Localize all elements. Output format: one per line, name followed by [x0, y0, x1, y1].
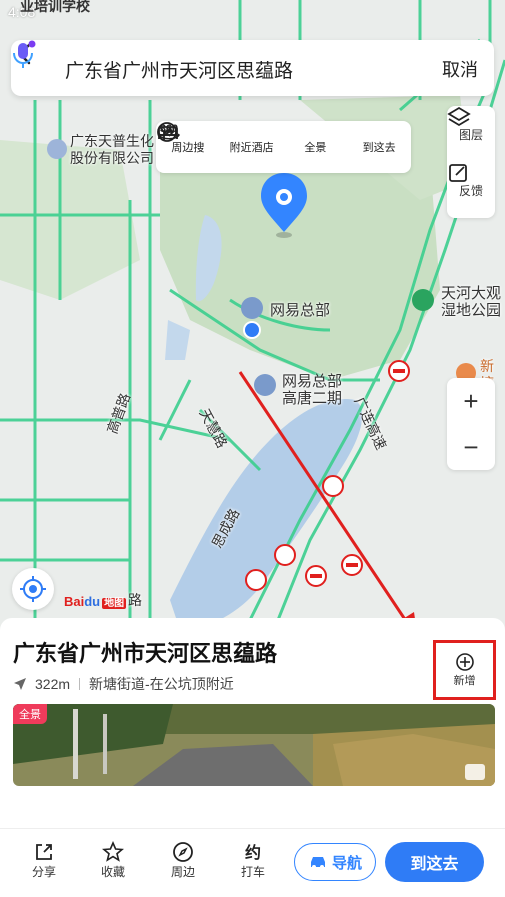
search-input[interactable]: 广东省广州市天河区思蕴路 [65, 56, 293, 83]
map-poi-label: 业培训学校 [20, 0, 90, 14]
add-circle-icon [455, 653, 474, 671]
navigate-label: 导航 [331, 854, 362, 872]
map-poi-label[interactable]: 广东天普生化 股份有限公司 [70, 133, 154, 167]
zoom-out-button[interactable]: − [447, 424, 495, 470]
navigation-arrow-icon [14, 678, 26, 690]
map-road-label: 路 [128, 592, 142, 608]
locate-me-button[interactable] [12, 568, 54, 610]
map-poi-label[interactable]: 网易总部 [270, 302, 330, 319]
place-title: 广东省广州市天河区思蕴路 [13, 641, 278, 666]
taxi-button[interactable]: 约 打车 [228, 841, 278, 880]
svg-text:约: 约 [245, 843, 261, 862]
car-icon [310, 857, 325, 869]
add-new-button[interactable]: 新增 [433, 640, 496, 700]
divider [79, 678, 81, 690]
voice-mic-icon[interactable] [11, 40, 37, 70]
search-bar[interactable]: 广东省广州市天河区思蕴路 取消 [11, 40, 494, 96]
side-button-label: 图层 [458, 127, 483, 142]
add-new-label: 新增 [453, 675, 476, 687]
map-poi-label-line: 网易总部 [282, 373, 343, 390]
panorama-image [13, 704, 495, 786]
zoom-in-button[interactable]: + [447, 378, 495, 424]
map-poi-label-line: 广东天普生化 [70, 133, 154, 149]
baidu-logo-text: du [84, 594, 101, 609]
panorama-button[interactable]: 360 全景 [158, 121, 348, 173]
baidu-logo-text: 地图 [102, 598, 127, 609]
map-poi-label[interactable]: 天河大观 湿地公园 [441, 285, 501, 319]
bottom-action-label: 分享 [31, 865, 56, 879]
map-canvas [0, 0, 505, 640]
panorama-photo[interactable]: 全景 [13, 704, 495, 786]
map-poi-label-line: 股份有限公司 [70, 150, 154, 166]
bottom-action-label: 打车 [240, 865, 265, 879]
map-poi-label[interactable]: 网易总部 高唐二期 [282, 373, 342, 407]
bottom-action-label: 周边 [170, 865, 195, 879]
place-address: 新塘街道-在公坑顶附近 [89, 676, 234, 692]
share-icon [36, 844, 52, 860]
side-button-label: 反馈 [458, 183, 483, 198]
quick-action-label: 附近酒店 [229, 142, 274, 154]
taxi-icon: 约 [245, 843, 261, 862]
feedback-button[interactable]: 反馈 [447, 162, 495, 218]
feedback-edit-icon [449, 164, 467, 182]
place-meta: 322m 新塘街道-在公坑顶附近 [13, 674, 234, 694]
map-view[interactable]: 4:08 业培训学校 广东天普生化 股份有限公司 网易总部 网易总部 高唐二期 … [0, 0, 505, 640]
star-icon [102, 841, 124, 862]
layers-icon [447, 106, 471, 127]
layers-button[interactable]: 图层 [447, 106, 495, 162]
go-here-button[interactable]: 到这去 [385, 842, 484, 882]
map-poi-label-line: 湿地公园 [441, 302, 502, 319]
navigate-button[interactable]: 导航 [294, 843, 376, 881]
quick-action-label: 全景 [304, 142, 327, 154]
share-button[interactable]: 分享 [19, 841, 69, 880]
locate-crosshair-icon [20, 576, 46, 602]
bottom-action-label: 收藏 [100, 865, 125, 879]
cancel-button[interactable]: 取消 [442, 56, 478, 82]
place-distance: 322m [35, 676, 71, 692]
quick-action-label: 到这去 [362, 142, 396, 154]
quick-actions-bar: 周边搜 附近酒店 360 全景 到这去 [156, 121, 411, 173]
panorama-badge: 全景 [13, 704, 47, 724]
baidu-logo: Baidu 地图 [64, 594, 127, 609]
go-here-quick-button[interactable]: 到这去 [159, 121, 411, 173]
zoom-controls: + − [447, 378, 495, 470]
map-side-controls: 图层 反馈 [447, 106, 495, 218]
baidu-logo-text: Bai [64, 594, 85, 609]
route-arrow-icon [159, 126, 175, 141]
map-poi-label-line: 高唐二期 [282, 390, 343, 407]
nearby-hotel-button[interactable]: 附近酒店 [158, 121, 284, 173]
compass-icon [173, 842, 193, 862]
nearby-button[interactable]: 周边 [158, 841, 208, 880]
bottom-action-bar: 分享 收藏 周边 约 打车 导航 到这去 [0, 828, 505, 897]
map-poi-label-line: 天河大观 [441, 285, 502, 302]
place-detail-sheet[interactable]: 广东省广州市天河区思蕴路 322m 新塘街道-在公坑顶附近 新增 全景 [0, 618, 505, 828]
favorite-button[interactable]: 收藏 [88, 841, 138, 880]
